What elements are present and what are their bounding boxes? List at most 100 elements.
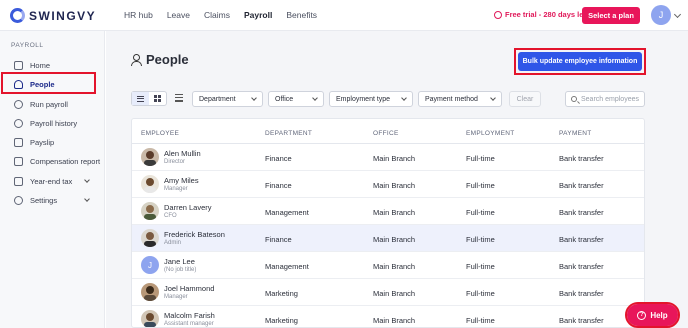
grid-view-button[interactable]	[149, 92, 166, 105]
cell-payment: Bank transfer	[559, 289, 604, 298]
employee-name: Joel Hammond	[164, 284, 215, 293]
nav-hr-hub[interactable]: HR hub	[124, 10, 153, 20]
top-bar: SWINGVY HR hub Leave Claims Payroll Bene…	[0, 0, 688, 31]
search-employees-input[interactable]: Search employees	[565, 91, 645, 107]
cell-payment: Bank transfer	[559, 235, 604, 244]
table-row[interactable]: Malcolm Farish Assistant manager Marketi…	[132, 306, 644, 327]
cell-employment: Full-time	[466, 154, 495, 163]
sidebar-item-label: Run payroll	[30, 99, 68, 109]
clock-icon	[494, 10, 502, 19]
sidebar-item-year-end-tax[interactable]: Year-end tax	[0, 172, 105, 190]
chevron-down-icon	[312, 95, 318, 101]
sidebar-item-compensation-report[interactable]: Compensation report	[0, 152, 105, 170]
sidebar-item-label: Compensation report	[30, 156, 101, 166]
office-dropdown[interactable]: Office	[268, 91, 324, 107]
cell-office: Main Branch	[373, 208, 416, 217]
search-placeholder: Search employees	[581, 95, 639, 103]
chevron-down-icon	[401, 95, 407, 101]
dropdown-label: Payment method	[425, 95, 478, 103]
employee-table: EMPLOYEE DEPARTMENT OFFICE EMPLOYMENT PA…	[131, 118, 645, 328]
cell-payment: Bank transfer	[559, 208, 604, 217]
cell-payment: Bank transfer	[559, 316, 604, 325]
payslip-icon	[14, 137, 23, 147]
column-header-employment[interactable]: EMPLOYMENT	[466, 130, 515, 137]
highlight-box-bulk-update	[514, 48, 646, 75]
column-header-office[interactable]: OFFICE	[373, 130, 399, 137]
chevron-down-icon	[84, 177, 90, 183]
sidebar-item-label: Payroll history	[30, 118, 78, 128]
sidebar-item-settings[interactable]: Settings	[0, 191, 105, 209]
avatar	[141, 229, 159, 247]
cell-office: Main Branch	[373, 289, 416, 298]
employee-role: Manager	[164, 294, 188, 300]
table-row[interactable]: Darren Lavery CFO Management Main Branch…	[132, 198, 644, 225]
employee-role: CFO	[164, 213, 177, 219]
table-row[interactable]: Amy Miles Manager Finance Main Branch Fu…	[132, 171, 644, 198]
nav-benefits[interactable]: Benefits	[286, 10, 317, 20]
table-row-selected[interactable]: Frederick Bateson Admin Finance Main Bra…	[132, 225, 644, 252]
table-row[interactable]: Alen Mullin Director Finance Main Branch…	[132, 144, 644, 171]
sidebar-item-payroll-history[interactable]: Payroll history	[0, 114, 105, 132]
employee-name: Jane Lee	[164, 257, 195, 266]
report-icon	[14, 156, 23, 166]
employee-name: Amy Miles	[164, 176, 199, 185]
payment-method-dropdown[interactable]: Payment method	[418, 91, 502, 107]
department-dropdown[interactable]: Department	[192, 91, 263, 107]
cell-office: Main Branch	[373, 181, 416, 190]
column-header-department[interactable]: DEPARTMENT	[265, 130, 312, 137]
swingvy-logo[interactable]: SWINGVY	[10, 8, 96, 23]
cell-employment: Full-time	[466, 289, 495, 298]
grid-icon	[154, 95, 161, 102]
dropdown-label: Office	[275, 95, 294, 103]
cell-office: Main Branch	[373, 262, 416, 271]
trial-notice: Free trial - 280 days left	[494, 10, 588, 19]
sidebar-item-label: Year-end tax	[30, 176, 73, 186]
avatar	[141, 175, 159, 193]
cell-department: Management	[265, 208, 309, 217]
table-row[interactable]: J Jane Lee (No job title) Management Mai…	[132, 252, 644, 279]
cell-department: Finance	[265, 235, 292, 244]
list-view-button[interactable]	[132, 92, 149, 105]
search-icon	[571, 96, 577, 102]
employee-role: Director	[164, 159, 186, 165]
employee-role: (No job title)	[164, 267, 197, 273]
employee-role: Admin	[164, 240, 182, 246]
column-header-payment[interactable]: PAYMENT	[559, 130, 592, 137]
cell-payment: Bank transfer	[559, 154, 604, 163]
employee-role: Assistant manager	[164, 321, 214, 327]
avatar	[141, 310, 159, 327]
clear-filters-button[interactable]: Clear	[509, 91, 541, 107]
avatar	[141, 148, 159, 166]
employee-name: Alen Mullin	[164, 149, 201, 158]
filter-settings-icon[interactable]	[175, 94, 183, 102]
sidebar-item-label: Settings	[30, 195, 58, 205]
avatar: J	[141, 256, 159, 274]
dropdown-label: Department	[199, 95, 236, 103]
cell-employment: Full-time	[466, 208, 495, 217]
home-icon	[14, 60, 23, 70]
logo-wordmark: SWINGVY	[29, 8, 97, 23]
chevron-down-icon	[251, 95, 257, 101]
nav-payroll[interactable]: Payroll	[244, 10, 272, 20]
user-avatar[interactable]: J	[651, 5, 671, 25]
select-plan-button[interactable]: Select a plan	[582, 7, 640, 24]
user-icon	[131, 53, 142, 66]
cell-department: Marketing	[265, 316, 298, 325]
cell-payment: Bank transfer	[559, 262, 604, 271]
employment-type-dropdown[interactable]: Employment type	[329, 91, 413, 107]
nav-leave[interactable]: Leave	[167, 10, 190, 20]
main-nav: HR hub Leave Claims Payroll Benefits	[124, 10, 317, 20]
column-header-employee[interactable]: EMPLOYEE	[141, 130, 179, 137]
chevron-down-icon	[84, 196, 90, 202]
cell-employment: Full-time	[466, 181, 495, 190]
highlight-box-people	[1, 72, 96, 94]
employee-name: Darren Lavery	[164, 203, 212, 212]
nav-claims[interactable]: Claims	[204, 10, 230, 20]
table-row[interactable]: Joel Hammond Manager Marketing Main Bran…	[132, 279, 644, 306]
sidebar-item-payslip[interactable]: Payslip	[0, 133, 105, 151]
chevron-down-icon[interactable]	[673, 10, 682, 19]
sidebar-item-run-payroll[interactable]: Run payroll	[0, 95, 105, 113]
sidebar-section-title: PAYROLL	[11, 42, 44, 49]
gear-icon	[14, 195, 23, 205]
employee-name: Frederick Bateson	[164, 230, 225, 239]
